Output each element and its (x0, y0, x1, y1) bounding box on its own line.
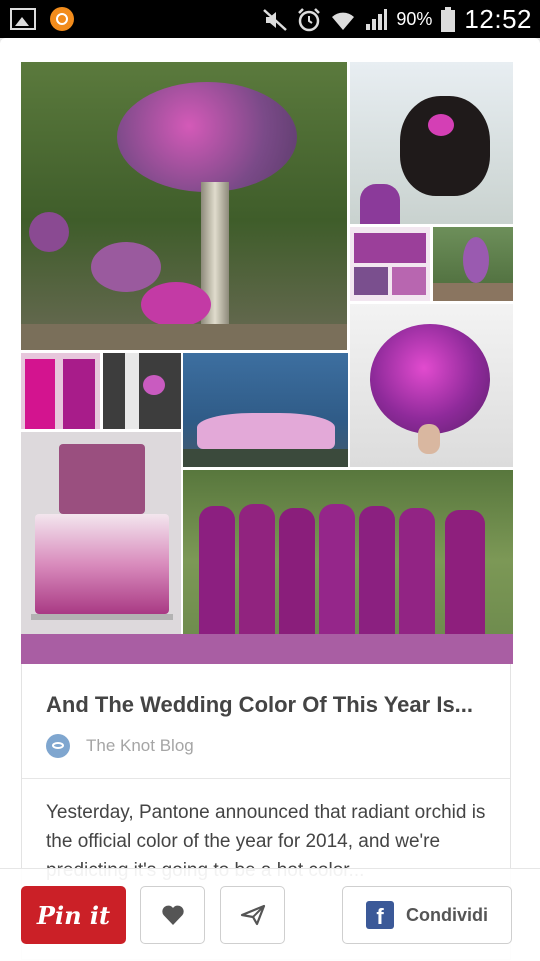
pin-title[interactable]: And The Wedding Color Of This Year Is... (46, 692, 473, 718)
share-facebook-button[interactable]: f Condividi (342, 886, 512, 944)
pin-it-label: Pin it (36, 900, 111, 930)
pin-source[interactable]: The Knot Blog (46, 734, 194, 758)
tile-invitations (350, 227, 430, 301)
pin-card: And The Wedding Color Of This Year Is...… (0, 38, 540, 960)
tile-dresses (21, 353, 100, 429)
source-avatar (46, 734, 70, 758)
gallery-icon (10, 8, 36, 30)
wifi-icon (332, 12, 355, 30)
divider (22, 778, 510, 779)
tile-reception (433, 227, 513, 301)
pin-it-button[interactable]: Pin it (21, 886, 126, 944)
like-button[interactable] (140, 886, 205, 944)
source-name[interactable]: The Knot Blog (86, 736, 194, 756)
tile-cake (21, 432, 181, 634)
share-label: Condividi (406, 904, 488, 925)
tile-tent (183, 353, 348, 467)
battery-percent: 90% (396, 9, 433, 29)
tile-centerpiece (21, 62, 347, 350)
action-bar: Pin it f Condividi (0, 868, 540, 961)
status-bar: 90% 12:52 (0, 0, 540, 38)
tile-boutonniere (103, 353, 181, 429)
clock: 12:52 (464, 4, 532, 34)
facebook-icon: f (366, 901, 394, 929)
send-button[interactable] (220, 886, 285, 944)
tile-bridesmaids (183, 470, 513, 634)
battery-icon (441, 6, 456, 32)
heart-icon (161, 905, 184, 925)
send-icon (240, 904, 265, 926)
alarm-icon (298, 7, 321, 31)
mute-icon (263, 8, 288, 31)
signal-icon (366, 8, 388, 30)
tile-bouquet (350, 304, 513, 467)
tile-bride-hair (350, 62, 513, 224)
accent-band (21, 634, 513, 664)
pin-image[interactable] (21, 62, 513, 634)
app-notification-icon (50, 7, 74, 31)
